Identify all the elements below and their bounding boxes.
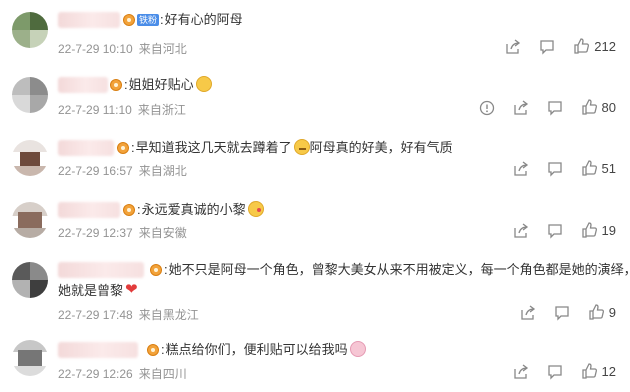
comment-meta: 22-7-29 12:26 来自四川 bbox=[58, 365, 187, 382]
comment-text: :糕点给你们，便利贴可以给我吗 bbox=[161, 340, 366, 360]
comment-location: 来自四川 bbox=[138, 367, 187, 381]
comment-button[interactable] bbox=[547, 223, 563, 239]
fan-badge bbox=[147, 344, 159, 356]
comment-button[interactable] bbox=[539, 39, 555, 55]
like-button[interactable]: 51 bbox=[581, 160, 616, 177]
comment-meta: 22-7-29 11:10 来自浙江 bbox=[58, 101, 186, 118]
thumbs-up-icon bbox=[574, 38, 590, 54]
share-button[interactable] bbox=[513, 160, 529, 177]
comment-meta: 22-7-29 16:57 来自湖北 bbox=[58, 162, 187, 179]
comment-text: :早知道我这几天就去蹲着了 阿母真的好美，好有气质 bbox=[131, 139, 453, 155]
comment-text: :好有心的阿母 bbox=[160, 12, 243, 27]
share-icon bbox=[506, 38, 521, 54]
like-count: 9 bbox=[608, 305, 616, 320]
share-icon bbox=[521, 304, 535, 320]
pig-emoji-icon bbox=[349, 341, 366, 357]
avatar[interactable] bbox=[12, 262, 48, 298]
like-count: 212 bbox=[594, 39, 616, 54]
avatar[interactable] bbox=[12, 202, 48, 238]
comment-location: 来自浙江 bbox=[137, 103, 186, 117]
comment-location: 来自黑龙江 bbox=[138, 308, 199, 322]
badge-icon bbox=[123, 204, 135, 216]
comment-date: 22-7-29 10:10 bbox=[58, 42, 133, 56]
username-blurred[interactable] bbox=[58, 342, 138, 358]
badge-icon bbox=[117, 142, 129, 154]
like-count: 51 bbox=[601, 161, 616, 176]
thumbs-up-icon bbox=[581, 160, 597, 176]
like-button[interactable]: 80 bbox=[581, 99, 616, 116]
comment-date: 22-7-29 17:48 bbox=[58, 308, 133, 322]
share-button[interactable] bbox=[513, 222, 529, 239]
thinking-emoji-icon bbox=[293, 139, 310, 155]
comment-meta: 22-7-29 17:48 来自黑龙江 bbox=[58, 306, 199, 323]
thumbs-up-icon bbox=[589, 304, 604, 320]
comment-text-continued: 她就是曾黎 bbox=[58, 280, 141, 301]
thumbs-up-icon bbox=[581, 222, 597, 238]
username-blurred[interactable] bbox=[58, 12, 120, 28]
comment-icon bbox=[547, 364, 562, 380]
badge-icon bbox=[123, 14, 135, 26]
emoji-icon bbox=[195, 76, 212, 92]
share-button[interactable] bbox=[513, 99, 529, 116]
avatar[interactable] bbox=[12, 140, 48, 176]
username-blurred[interactable] bbox=[58, 262, 144, 278]
thumbs-up-icon bbox=[581, 363, 597, 379]
share-icon bbox=[513, 222, 528, 238]
fan-badge bbox=[117, 142, 129, 154]
comment-date: 22-7-29 12:26 bbox=[58, 367, 133, 381]
like-button[interactable]: 9 bbox=[588, 304, 616, 321]
heart-icon bbox=[125, 280, 141, 300]
fan-badge bbox=[123, 204, 135, 216]
avatar[interactable] bbox=[12, 12, 48, 48]
comment-meta: 22-7-29 12:37 来自安徽 bbox=[58, 224, 187, 241]
fan-badge bbox=[110, 79, 122, 91]
comment-location: 来自安徽 bbox=[138, 226, 187, 240]
avatar[interactable] bbox=[12, 77, 48, 113]
share-icon bbox=[513, 160, 528, 176]
comment-location: 来自湖北 bbox=[138, 164, 187, 178]
share-icon bbox=[513, 99, 528, 115]
comment-icon bbox=[547, 100, 562, 116]
comment-button[interactable] bbox=[547, 364, 563, 380]
comment-icon bbox=[547, 161, 562, 177]
username-blurred[interactable] bbox=[58, 202, 120, 218]
comment-button[interactable] bbox=[547, 161, 563, 177]
report-button[interactable] bbox=[479, 100, 495, 116]
comment-date: 22-7-29 12:37 bbox=[58, 226, 133, 240]
share-button[interactable] bbox=[505, 38, 521, 55]
fan-tag: 铁粉 bbox=[137, 14, 160, 26]
like-count: 80 bbox=[601, 100, 616, 115]
fan-badge: 铁粉 bbox=[123, 14, 160, 26]
like-button[interactable]: 12 bbox=[581, 363, 616, 380]
share-icon bbox=[513, 363, 528, 379]
comment-button[interactable] bbox=[547, 100, 563, 116]
comment-meta: 22-7-29 10:10 来自河北 bbox=[58, 40, 187, 57]
comment-date: 22-7-29 16:57 bbox=[58, 164, 133, 178]
fan-badge bbox=[150, 264, 162, 276]
badge-icon bbox=[150, 264, 162, 276]
thumbs-up-icon bbox=[581, 99, 597, 115]
like-count: 12 bbox=[601, 364, 616, 379]
comment-location: 来自河北 bbox=[138, 42, 187, 56]
badge-icon bbox=[147, 344, 159, 356]
comment-button[interactable] bbox=[554, 305, 570, 321]
report-icon bbox=[479, 100, 494, 115]
kiss-emoji-icon bbox=[247, 201, 264, 217]
comment-text: :姐姐好贴心 bbox=[124, 75, 212, 95]
share-button[interactable] bbox=[520, 304, 536, 321]
username-blurred[interactable] bbox=[58, 77, 108, 93]
comment-icon bbox=[547, 223, 562, 239]
comment-icon bbox=[540, 39, 554, 55]
like-count: 19 bbox=[601, 223, 616, 238]
share-button[interactable] bbox=[513, 363, 529, 380]
username-blurred[interactable] bbox=[58, 140, 114, 156]
like-button[interactable]: 212 bbox=[573, 38, 616, 55]
comment-date: 22-7-29 11:10 bbox=[58, 103, 132, 117]
avatar[interactable] bbox=[12, 340, 48, 376]
comment-text: :她不只是阿母一个角色，曾黎大美女从来不用被定义，每一个角色都是她的演绎， bbox=[164, 262, 630, 277]
like-button[interactable]: 19 bbox=[581, 222, 616, 239]
comment-text: :永远爱真诚的小黎 bbox=[137, 200, 264, 220]
comment-icon bbox=[555, 305, 569, 321]
badge-icon bbox=[110, 79, 122, 91]
